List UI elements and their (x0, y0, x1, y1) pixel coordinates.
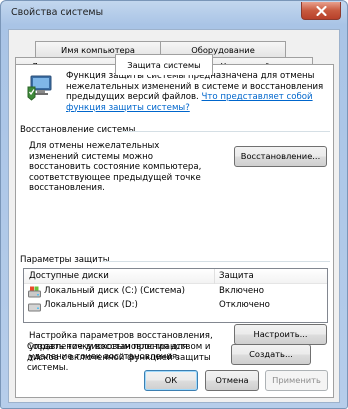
column-header-protection[interactable]: Защита (219, 271, 254, 281)
close-icon (316, 6, 327, 16)
drive-icon (28, 303, 41, 312)
restore-description: Для отмены нежелательных изменений систе… (29, 141, 202, 193)
drive-row[interactable]: Локальный диск (D:) Отключено (24, 299, 327, 313)
restore-group-title: Восстановление системы (20, 125, 136, 135)
configure-button[interactable]: Настроить... (234, 324, 327, 345)
protection-group-title: Параметры защиты (20, 255, 110, 265)
system-protection-icon (27, 75, 52, 101)
list-header: Доступные диски Защита (24, 269, 327, 284)
title-bar[interactable]: Свойства системы (1, 1, 347, 27)
drive-name: Локальный диск (D:) (44, 300, 138, 310)
column-separator[interactable] (214, 269, 215, 284)
window-title: Свойства системы (11, 7, 104, 18)
system-restore-button[interactable]: Восстановление... (234, 146, 327, 167)
system-drive-icon (28, 286, 41, 298)
drive-protection-status: Включено (219, 286, 265, 296)
ok-button[interactable]: ОК (144, 370, 198, 391)
create-button[interactable]: Создать... (231, 344, 311, 365)
create-description: Создать точку восстановления для дисков … (27, 342, 211, 373)
column-header-drives[interactable]: Доступные диски (29, 271, 109, 281)
cancel-button[interactable]: Отмена (205, 370, 259, 391)
apply-button[interactable]: Применить (265, 370, 328, 391)
group-divider (102, 261, 330, 262)
intro-text: Функция защиты системы предназначена для… (66, 71, 328, 113)
group-divider (122, 131, 330, 132)
drive-name: Локальный диск (C:) (Система) (44, 286, 186, 296)
drive-row[interactable]: Локальный диск (C:) (Система) Включено (24, 285, 327, 299)
close-button[interactable] (301, 2, 341, 20)
drive-protection-status: Отключено (219, 300, 270, 310)
tab-system-protection[interactable]: Защита системы (115, 54, 213, 75)
drives-list[interactable]: Доступные диски Защита Локальный диск (C… (23, 268, 328, 323)
